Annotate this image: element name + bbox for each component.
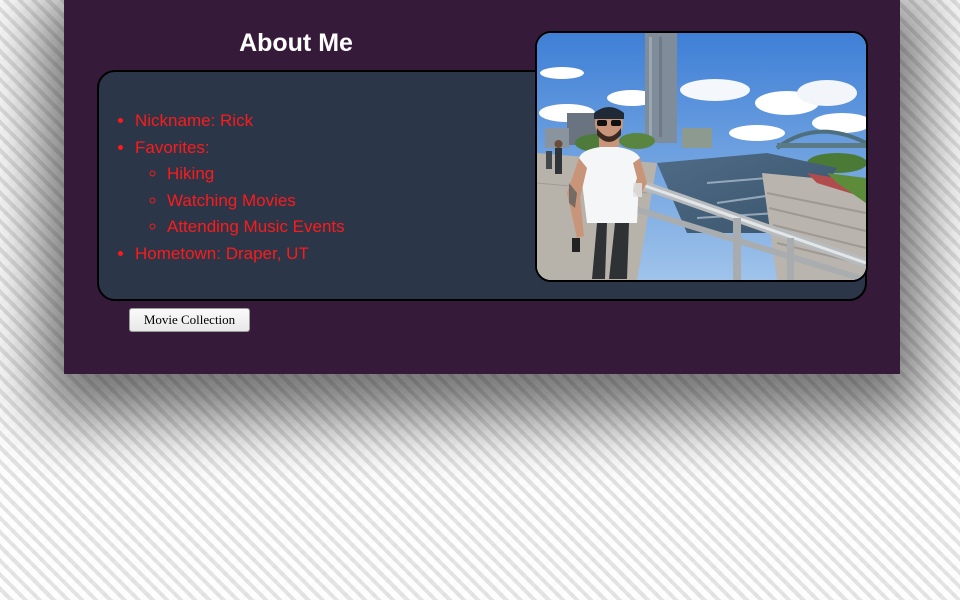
favorites-text: Favorites: (135, 137, 210, 157)
favorites-sublist: Hiking Watching Movies Attending Music E… (135, 161, 515, 241)
movie-collection-button[interactable]: Movie Collection (129, 308, 250, 332)
list-item-hometown: Hometown: Draper, UT (135, 241, 515, 268)
about-list: Nickname: Rick Favorites: Hiking Watchin… (135, 108, 515, 267)
favorite-music-text: Attending Music Events (167, 217, 345, 236)
favorite-movies-text: Watching Movies (167, 190, 296, 210)
favorite-item-hiking: Hiking (167, 161, 515, 188)
page-title: About Me (239, 29, 353, 57)
list-item-nickname: Nickname: Rick (135, 108, 515, 135)
favorite-item-music: Attending Music Events (167, 214, 515, 241)
profile-photo-image (537, 33, 866, 280)
hometown-text: Hometown: Draper, UT (135, 243, 309, 263)
nickname-text: Nickname: Rick (135, 111, 254, 130)
list-item-favorites: Favorites: Hiking Watching Movies Attend… (135, 135, 515, 241)
profile-photo (535, 31, 868, 282)
favorite-hiking-text: Hiking (167, 164, 215, 183)
favorite-item-movies: Watching Movies (167, 188, 515, 215)
about-card: About Me Nickname: Rick Favorites: Hikin… (64, 0, 900, 374)
